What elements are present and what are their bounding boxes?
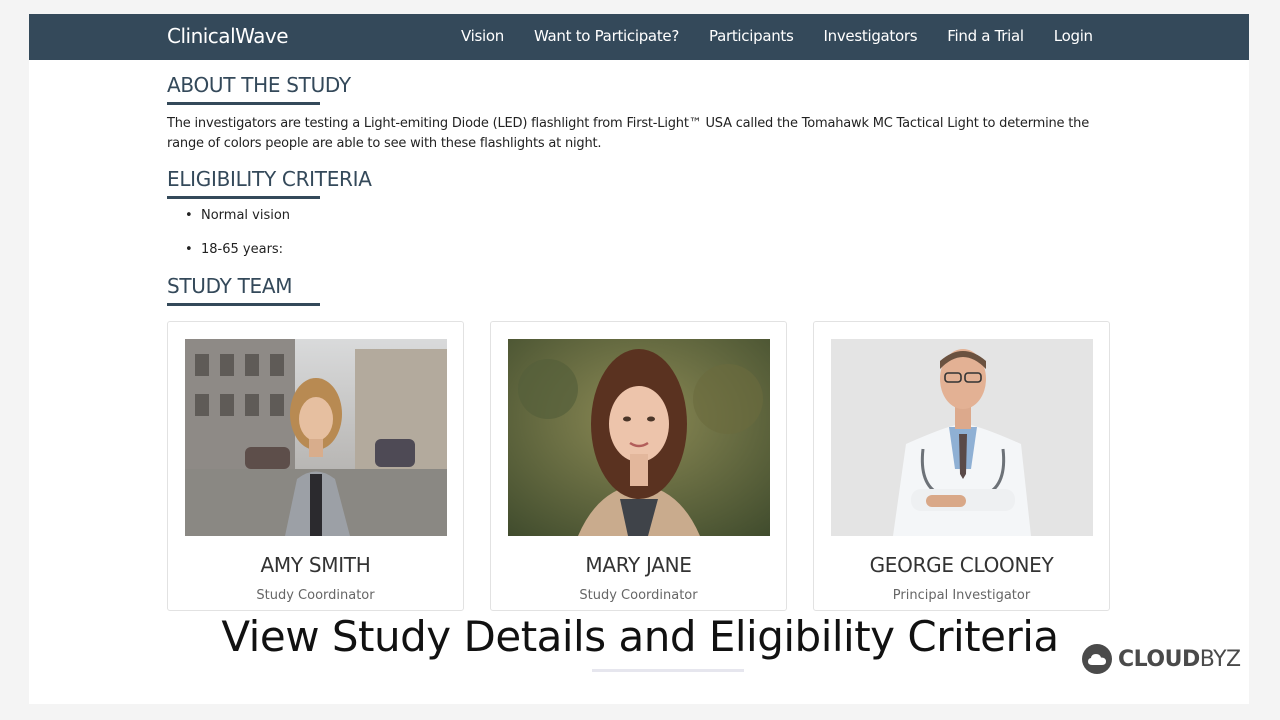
member-role: Principal Investigator bbox=[892, 588, 1031, 603]
logo-text: CLOUDBYZ bbox=[1118, 646, 1241, 672]
member-name: GEORGE CLOONEY bbox=[869, 553, 1054, 577]
nav-links: Vision Want to Participate? Participants… bbox=[461, 27, 1123, 45]
criteria-item: 18-65 years: bbox=[185, 242, 290, 276]
cloudbyz-logo: CLOUDBYZ bbox=[1082, 644, 1241, 674]
amy-smith-photo bbox=[185, 339, 447, 536]
nav-link-find-a-trial[interactable]: Find a Trial bbox=[947, 27, 1024, 45]
about-underline bbox=[167, 102, 320, 105]
eligibility-underline bbox=[167, 196, 320, 199]
about-heading: ABOUT THE STUDY bbox=[167, 73, 351, 97]
page-container: ClinicalWave Vision Want to Participate?… bbox=[29, 14, 1249, 704]
team-card-george-clooney[interactable]: GEORGE CLOONEY Principal Investigator bbox=[813, 321, 1110, 611]
member-name: AMY SMITH bbox=[260, 553, 371, 577]
faded-underline bbox=[592, 669, 744, 672]
nav-link-login[interactable]: Login bbox=[1054, 27, 1093, 45]
nav-link-participants[interactable]: Participants bbox=[709, 27, 794, 45]
criteria-list: Normal vision 18-65 years: bbox=[185, 208, 290, 276]
mary-jane-photo bbox=[508, 339, 770, 536]
member-role: Study Coordinator bbox=[579, 588, 698, 603]
top-navbar: ClinicalWave Vision Want to Participate?… bbox=[29, 14, 1249, 60]
cloud-icon bbox=[1082, 644, 1112, 674]
brand-logo[interactable]: ClinicalWave bbox=[167, 24, 289, 48]
about-text: The investigators are testing a Light-em… bbox=[167, 116, 1089, 151]
team-card-amy-smith[interactable]: AMY SMITH Study Coordinator bbox=[167, 321, 464, 611]
nav-link-investigators[interactable]: Investigators bbox=[824, 27, 918, 45]
eligibility-heading: ELIGIBILITY CRITERIA bbox=[167, 167, 372, 191]
member-name: MARY JANE bbox=[585, 553, 692, 577]
team-heading: STUDY TEAM bbox=[167, 274, 293, 298]
george-clooney-photo bbox=[831, 339, 1093, 536]
member-role: Study Coordinator bbox=[256, 588, 375, 603]
nav-link-want-to-participate[interactable]: Want to Participate? bbox=[534, 27, 679, 45]
nav-link-vision[interactable]: Vision bbox=[461, 27, 504, 45]
team-card-mary-jane[interactable]: MARY JANE Study Coordinator bbox=[490, 321, 787, 611]
team-underline bbox=[167, 303, 320, 306]
criteria-item: Normal vision bbox=[185, 208, 290, 242]
